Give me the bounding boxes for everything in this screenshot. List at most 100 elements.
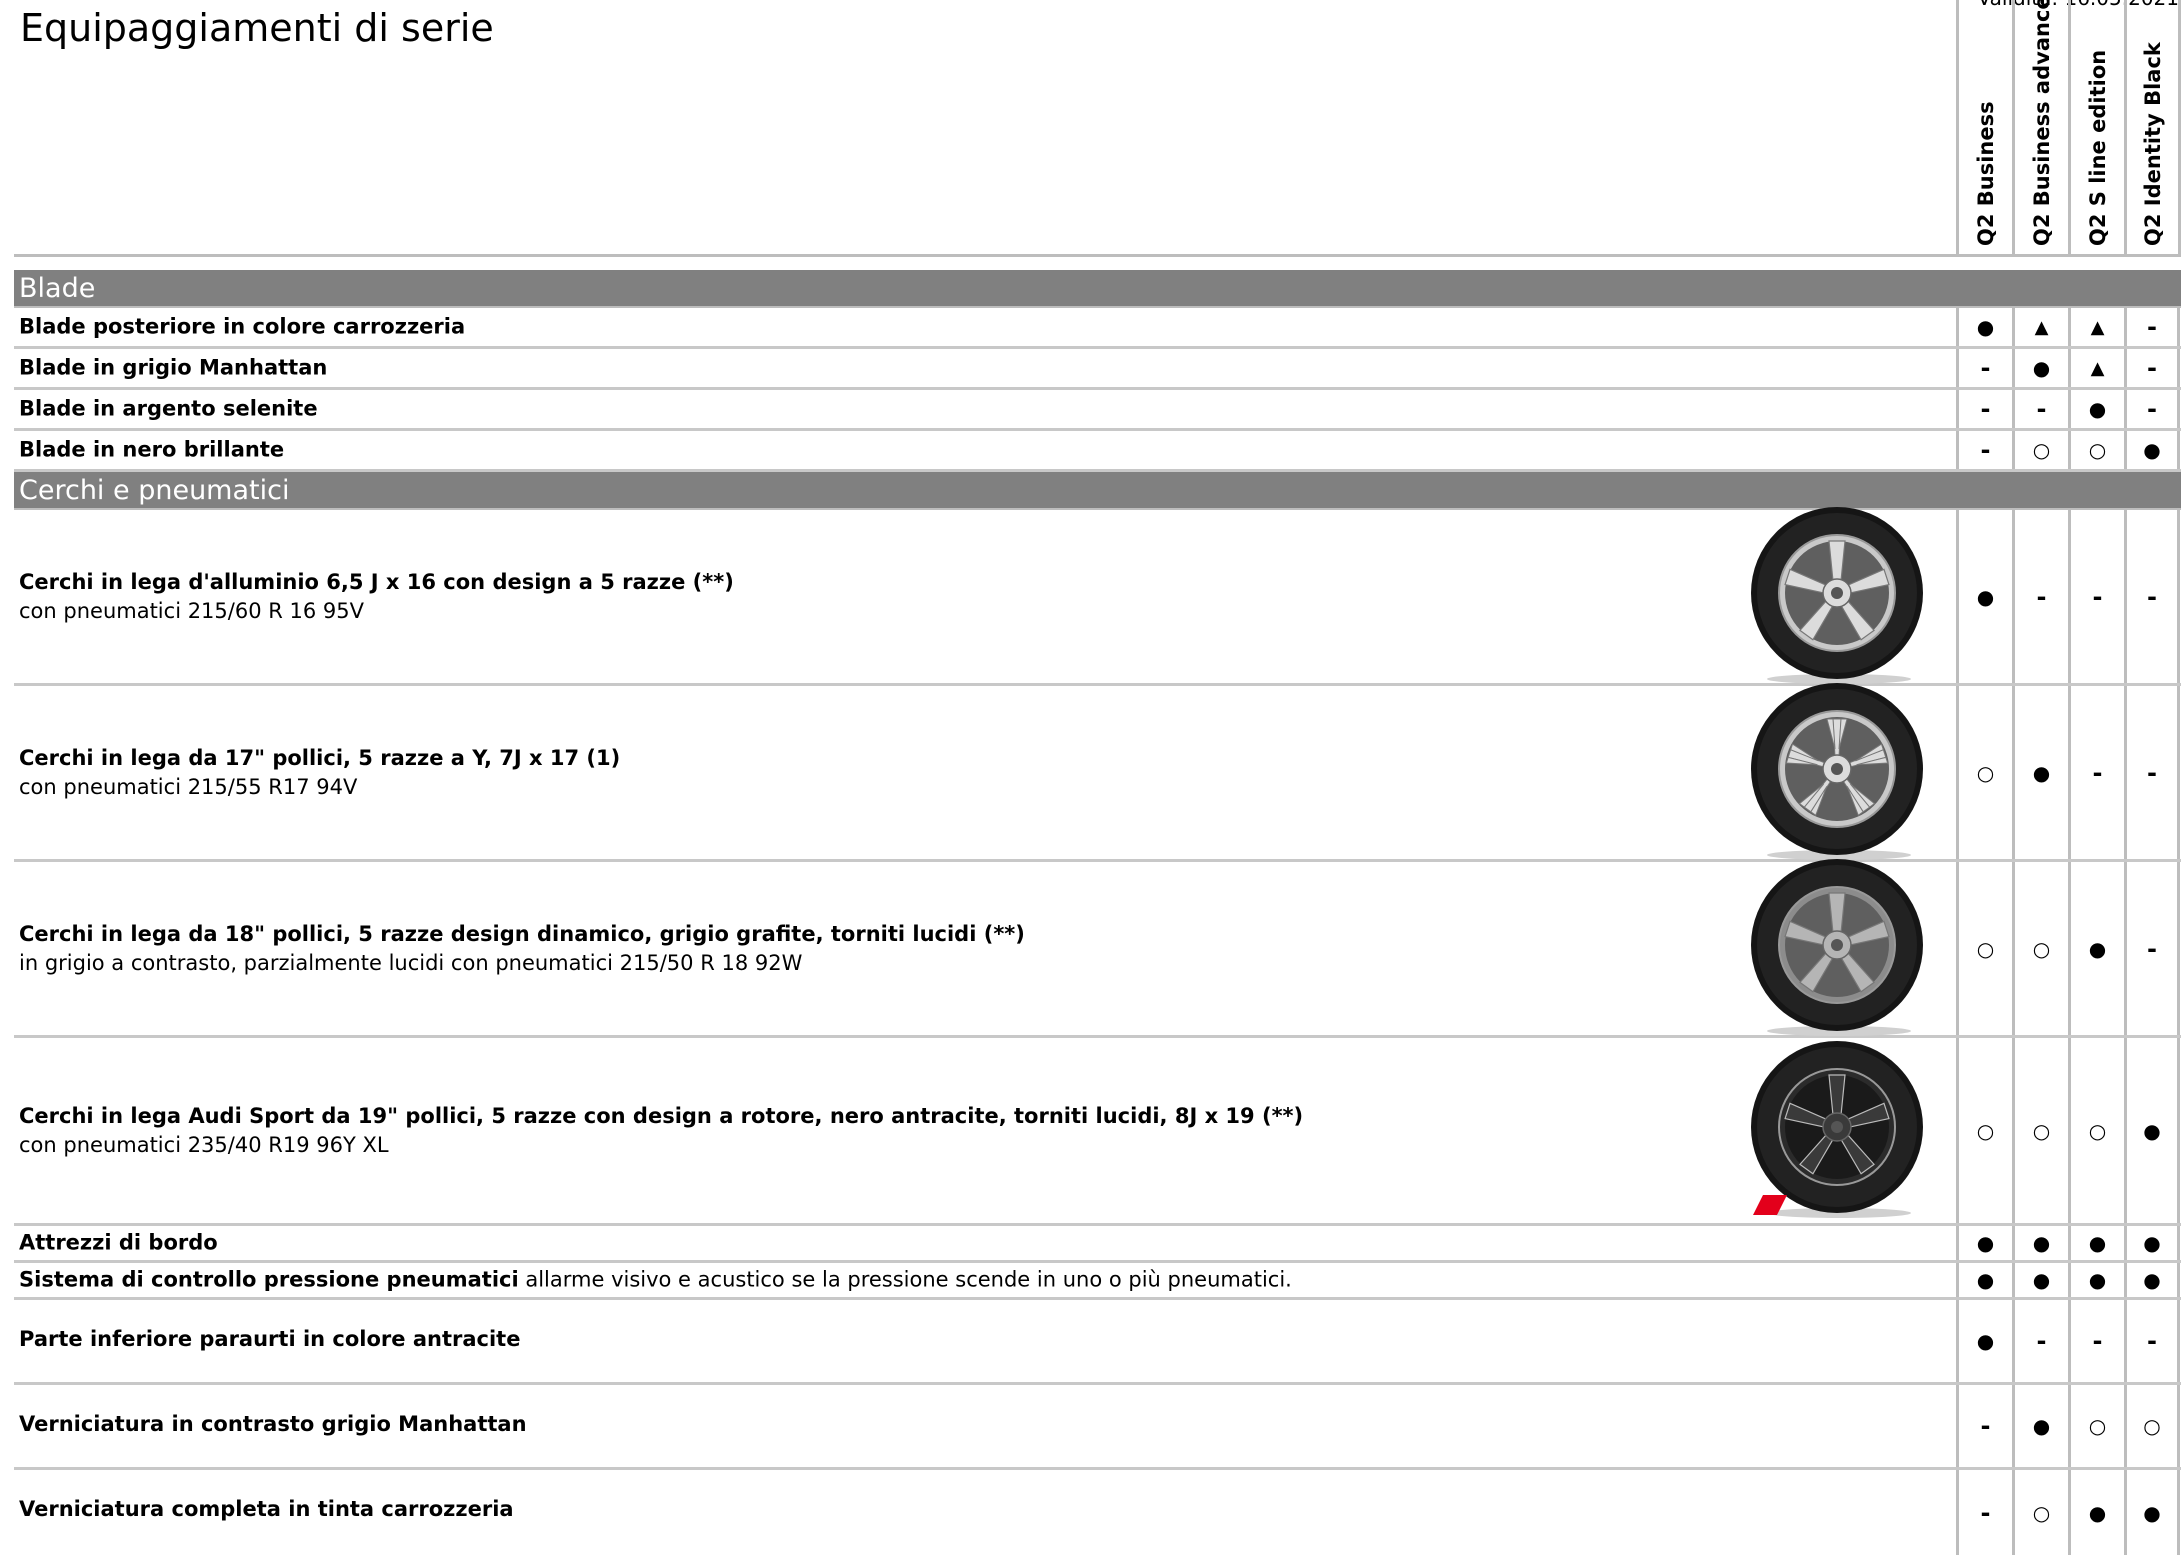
table-row: Parte inferiore paraurti in colore antra… (14, 1300, 2181, 1385)
table-row: Verniciatura in contrasto grigio Manhatt… (14, 1385, 2181, 1470)
availability-cell: ○ (2012, 1470, 2068, 1555)
standard-dot-icon: ● (2088, 1500, 2107, 1525)
availability-cells: ● ● ● ● (1956, 1226, 2181, 1260)
availability-cell: ○ (1956, 1038, 2012, 1223)
availability-cells: - - ● - (1956, 390, 2181, 428)
table-row: Cerchi in lega Audi Sport da 19" pollici… (14, 1038, 2181, 1226)
table-row: Verniciatura completa in tinta carrozzer… (14, 1470, 2181, 1555)
not-available-dash-icon: - (2147, 758, 2157, 787)
availability-cell: ● (2012, 1263, 2068, 1297)
optional-circle-icon: ○ (1976, 1118, 1995, 1143)
standard-dot-icon: ● (2143, 1268, 2161, 1292)
standard-dot-icon: ● (2088, 1231, 2107, 1255)
column-header-q2-s-line-edition: Q2 S line edition (2068, 0, 2124, 254)
standard-dot-icon: ● (1976, 584, 1995, 609)
availability-cell: ● (2068, 1263, 2124, 1297)
availability-cell: ○ (1956, 862, 2012, 1035)
not-available-dash-icon: - (2036, 395, 2047, 423)
standard-dot-icon: ● (2143, 1500, 2161, 1525)
availability-cell: ● (2012, 686, 2068, 859)
optional-circle-icon: ○ (2088, 1118, 2107, 1143)
availability-cell: ● (2124, 431, 2180, 469)
section-blade: Blade (14, 270, 2181, 308)
availability-cell: ○ (2012, 862, 2068, 1035)
availability-cell: ▲ (2068, 349, 2124, 387)
availability-cell: - (1956, 431, 2012, 469)
standard-dot-icon: ● (2143, 1231, 2161, 1255)
availability-cell: ● (2012, 349, 2068, 387)
availability-cell: - (1956, 349, 2012, 387)
availability-cell: ○ (2068, 1038, 2124, 1223)
availability-cell: ○ (1956, 686, 2012, 859)
table-row: Blade in grigio Manhattan - ● ▲ - (14, 349, 2181, 390)
availability-cell: - (1956, 1385, 2012, 1467)
standard-dot-icon: ● (2032, 760, 2051, 785)
optional-circle-icon: ○ (2032, 1118, 2051, 1143)
not-available-dash-icon: - (2147, 354, 2157, 382)
availability-cell: ▲ (2012, 308, 2068, 346)
standard-dot-icon: ● (2032, 1268, 2051, 1292)
not-available-dash-icon: - (2147, 395, 2157, 423)
availability-cells: - ● ○ ○ (1956, 1385, 2181, 1467)
standard-dot-icon: ● (2088, 397, 2107, 421)
package-triangle-icon: ▲ (2090, 357, 2105, 379)
availability-cell: ○ (2068, 1385, 2124, 1467)
standard-dot-icon: ● (1976, 315, 1995, 339)
availability-cell: - (2124, 686, 2180, 859)
availability-cell: ○ (2012, 431, 2068, 469)
table-row: Sistema di controllo pressione pneumatic… (14, 1263, 2181, 1300)
availability-cells: ● - - - (1956, 1300, 2181, 1382)
availability-cell: - (2124, 510, 2180, 683)
wheel-image (1747, 855, 1931, 1043)
not-available-dash-icon: - (1980, 436, 1991, 464)
wheel-image (1747, 679, 1931, 867)
not-available-dash-icon: - (2147, 1327, 2157, 1355)
availability-cells: ● ▲ ▲ - (1956, 308, 2181, 346)
optional-circle-icon: ○ (2032, 936, 2051, 961)
column-header-q2-business-advanced: Q2 Business advanced (2012, 0, 2068, 254)
standard-dot-icon: ● (2032, 1414, 2051, 1438)
availability-cell: ● (2068, 862, 2124, 1035)
table-row: Attrezzi di bordo ● ● ● ● (14, 1226, 2181, 1263)
availability-cell: - (2124, 1300, 2180, 1382)
availability-cells: ○ ○ ● - (1956, 862, 2181, 1035)
availability-cells: - ● ▲ - (1956, 349, 2181, 387)
table-row: Blade in argento selenite - - ● - (14, 390, 2181, 431)
not-available-dash-icon: - (1980, 1498, 1991, 1527)
availability-cell: ● (2012, 1226, 2068, 1260)
availability-cell: ● (2068, 390, 2124, 428)
not-available-dash-icon: - (2036, 582, 2047, 611)
not-available-dash-icon: - (2147, 313, 2157, 341)
availability-cell: ● (2124, 1470, 2180, 1555)
standard-dot-icon: ● (1976, 1329, 1995, 1353)
standard-dot-icon: ● (2032, 356, 2051, 380)
standard-dot-icon: ● (2088, 936, 2107, 961)
equipment-table: Blade Blade posteriore in colore carrozz… (14, 270, 2181, 1555)
availability-cells: - ○ ● ● (1956, 1470, 2181, 1555)
optional-circle-icon: ○ (1976, 760, 1995, 785)
optional-circle-icon: ○ (2032, 1500, 2051, 1525)
availability-cells: ○ ○ ○ ● (1956, 1038, 2181, 1223)
availability-cell: ● (2124, 1226, 2180, 1260)
package-triangle-icon: ▲ (2034, 316, 2049, 338)
availability-cell: ● (1956, 308, 2012, 346)
availability-cell: - (2012, 510, 2068, 683)
table-row: Cerchi in lega d'alluminio 6,5 J x 16 co… (14, 506, 2181, 686)
availability-cell: - (2124, 308, 2180, 346)
standard-dot-icon: ● (2143, 438, 2161, 462)
availability-cells: ● ● ● ● (1956, 1263, 2181, 1297)
availability-cell: - (1956, 390, 2012, 428)
not-available-dash-icon: - (2092, 582, 2103, 611)
availability-cells: - ○ ○ ● (1956, 431, 2181, 469)
not-available-dash-icon: - (1980, 354, 1991, 382)
table-row: Cerchi in lega da 17" pollici, 5 razze a… (14, 682, 2181, 862)
not-available-dash-icon: - (2092, 1327, 2103, 1355)
availability-cell: - (2124, 390, 2180, 428)
availability-cell: ○ (2068, 431, 2124, 469)
column-header-q2-identity-black: Q2 Identity Black (2124, 0, 2181, 254)
optional-circle-icon: ○ (2088, 438, 2107, 462)
availability-cell: ● (2012, 1385, 2068, 1467)
not-available-dash-icon: - (2147, 934, 2157, 963)
availability-cell: ● (1956, 510, 2012, 683)
header-divider (14, 254, 2181, 257)
